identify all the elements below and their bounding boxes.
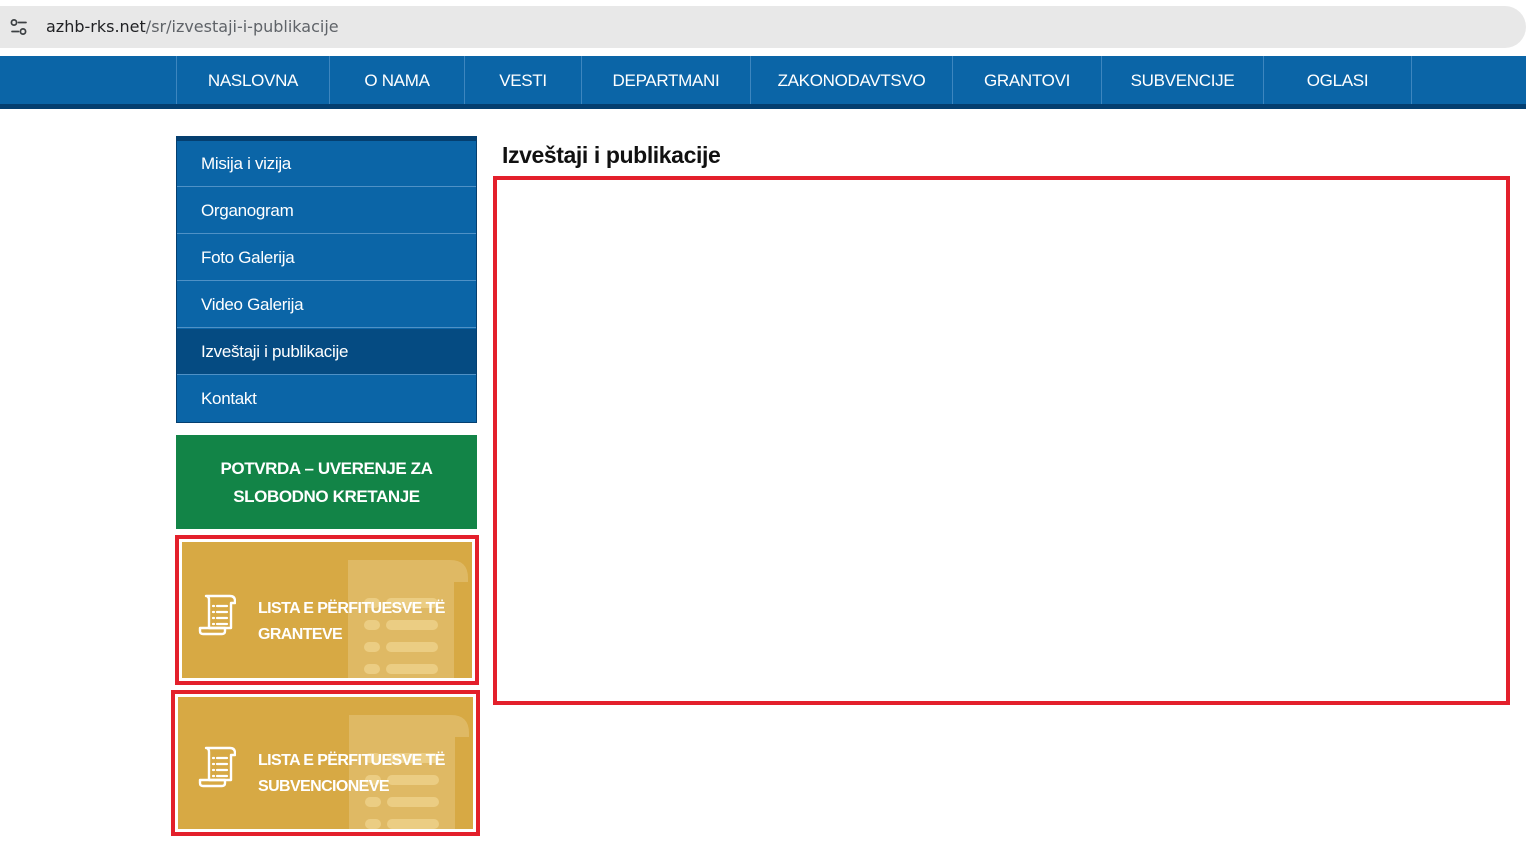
- sidebar-menu: Misija i vizija Organogram Foto Galerija…: [176, 136, 477, 423]
- sidebar-item-foto-galerija[interactable]: Foto Galerija: [177, 235, 476, 281]
- scroll-list-icon: [198, 746, 236, 788]
- scroll-list-icon: [198, 594, 236, 636]
- nav-list: NASLOVNA O NAMA VESTI DEPARTMANI ZAKONOD…: [176, 56, 1412, 104]
- banner-line-1: LISTA E PËRFITUESVE TË: [258, 752, 445, 769]
- url-field[interactable]: azhb-rks.net/sr/izvestaji-i-publikacije: [0, 6, 1526, 48]
- browser-address-bar: azhb-rks.net/sr/izvestaji-i-publikacije: [0, 0, 1526, 56]
- url-path: /sr/izvestaji-i-publikacije: [145, 17, 339, 36]
- content-area: [493, 176, 1510, 705]
- free-movement-certificate-banner[interactable]: POTVRDA – UVERENJE ZA SLOBODNO KRETANJE: [176, 435, 477, 529]
- nav-item-oglasi[interactable]: OGLASI: [1264, 56, 1412, 104]
- grant-beneficiaries-banner[interactable]: LISTA E PËRFITUESVE TË GRANTEVE: [182, 542, 472, 678]
- tune-icon[interactable]: [9, 17, 29, 37]
- banner-label: LISTA E PËRFITUESVE TË GRANTEVE: [258, 596, 445, 648]
- banner-line-1: POTVRDA – UVERENJE ZA: [220, 459, 433, 478]
- sidebar-item-misija-i-vizija[interactable]: Misija i vizija: [177, 141, 476, 187]
- nav-item-departmani[interactable]: DEPARTMANI: [582, 56, 751, 104]
- banner-label: LISTA E PËRFITUESVE TË SUBVENCIONEVE: [258, 748, 445, 800]
- page-title: Izveštaji i publikacije: [502, 142, 721, 168]
- highlight-frame: LISTA E PËRFITUESVE TË SUBVENCIONEVE: [171, 690, 480, 836]
- subsidy-beneficiaries-banner[interactable]: LISTA E PËRFITUESVE TË SUBVENCIONEVE: [178, 697, 473, 829]
- url-host: azhb-rks.net: [46, 17, 146, 36]
- sidebar-item-kontakt[interactable]: Kontakt: [177, 376, 476, 422]
- banner-line-2: SUBVENCIONEVE: [258, 778, 390, 795]
- nav-item-zakonodavtsvo[interactable]: ZAKONODAVTSVO: [751, 56, 953, 104]
- sidebar-item-video-galerija[interactable]: Video Galerija: [177, 282, 476, 328]
- main-navigation: NASLOVNA O NAMA VESTI DEPARTMANI ZAKONOD…: [0, 56, 1526, 109]
- nav-item-naslovna[interactable]: NASLOVNA: [177, 56, 330, 104]
- sidebar-item-organogram[interactable]: Organogram: [177, 188, 476, 234]
- nav-item-vesti[interactable]: VESTI: [465, 56, 582, 104]
- nav-item-subvencije[interactable]: SUBVENCIJE: [1102, 56, 1264, 104]
- nav-item-o-nama[interactable]: O NAMA: [330, 56, 465, 104]
- highlight-frame: LISTA E PËRFITUESVE TË GRANTEVE: [175, 535, 479, 685]
- sidebar-item-izvestaji-i-publikacije[interactable]: Izveštaji i publikacije: [177, 329, 476, 375]
- nav-item-grantovi[interactable]: GRANTOVI: [953, 56, 1102, 104]
- banner-line-1: LISTA E PËRFITUESVE TË: [258, 600, 445, 617]
- banner-line-2: GRANTEVE: [258, 626, 343, 643]
- url-text[interactable]: azhb-rks.net/sr/izvestaji-i-publikacije: [46, 17, 339, 37]
- banner-line-2: SLOBODNO KRETANJE: [233, 487, 420, 506]
